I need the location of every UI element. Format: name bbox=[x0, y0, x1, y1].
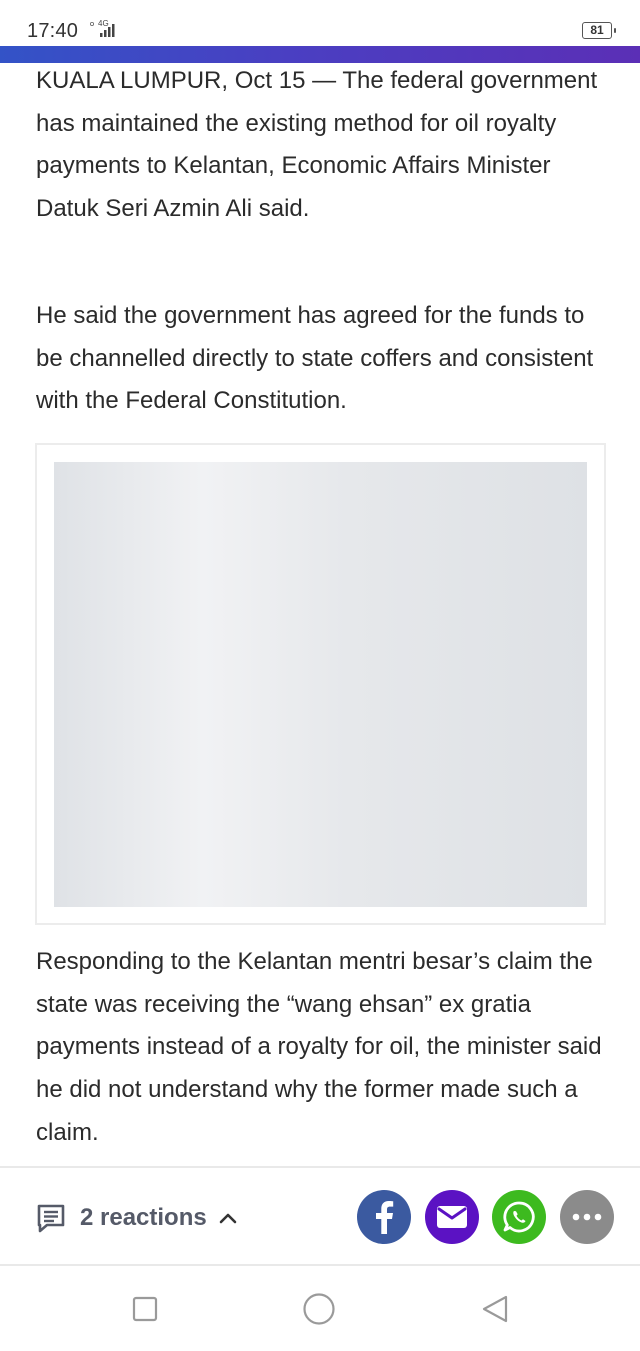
envelope-icon bbox=[437, 1206, 467, 1228]
home-icon bbox=[303, 1293, 335, 1325]
reactions-count-label: 2 reactions bbox=[80, 1204, 207, 1231]
comment-icon bbox=[37, 1204, 65, 1233]
signal-bars-icon: 4G bbox=[90, 19, 115, 37]
share-email-button[interactable] bbox=[425, 1190, 479, 1244]
share-facebook-button[interactable] bbox=[357, 1190, 411, 1244]
facebook-icon bbox=[376, 1201, 394, 1234]
network-type-label: 4G bbox=[98, 19, 109, 28]
article-paragraph-2: He said the government has agreed for th… bbox=[36, 302, 594, 415]
article-paragraph-1: KUALA LUMPUR, Oct 15 — The federal gover… bbox=[36, 67, 598, 223]
chevron-up-icon bbox=[219, 1213, 237, 1224]
battery-icon: 81 bbox=[582, 22, 616, 39]
recent-apps-icon bbox=[132, 1296, 158, 1322]
article-action-bar: 2 reactions bbox=[0, 1166, 640, 1266]
back-button[interactable] bbox=[478, 1292, 512, 1326]
article-paragraph-3: Responding to the Kelantan mentri besar’… bbox=[36, 948, 602, 1146]
reactions-toggle[interactable]: 2 reactions bbox=[34, 1198, 239, 1238]
more-dots-icon bbox=[572, 1213, 602, 1221]
status-bar: 17:40 4G 81 bbox=[0, 0, 640, 46]
back-icon bbox=[482, 1295, 508, 1323]
media-loading-placeholder bbox=[54, 462, 587, 907]
article-media-frame[interactable] bbox=[35, 443, 606, 925]
share-more-button[interactable] bbox=[560, 1190, 614, 1244]
status-time: 17:40 bbox=[27, 20, 79, 42]
recent-apps-button[interactable] bbox=[128, 1292, 162, 1326]
home-button[interactable] bbox=[302, 1292, 336, 1326]
share-whatsapp-button[interactable] bbox=[492, 1190, 546, 1244]
whatsapp-icon bbox=[503, 1201, 535, 1233]
system-navigation-bar bbox=[0, 1268, 640, 1351]
battery-level: 81 bbox=[590, 23, 604, 37]
